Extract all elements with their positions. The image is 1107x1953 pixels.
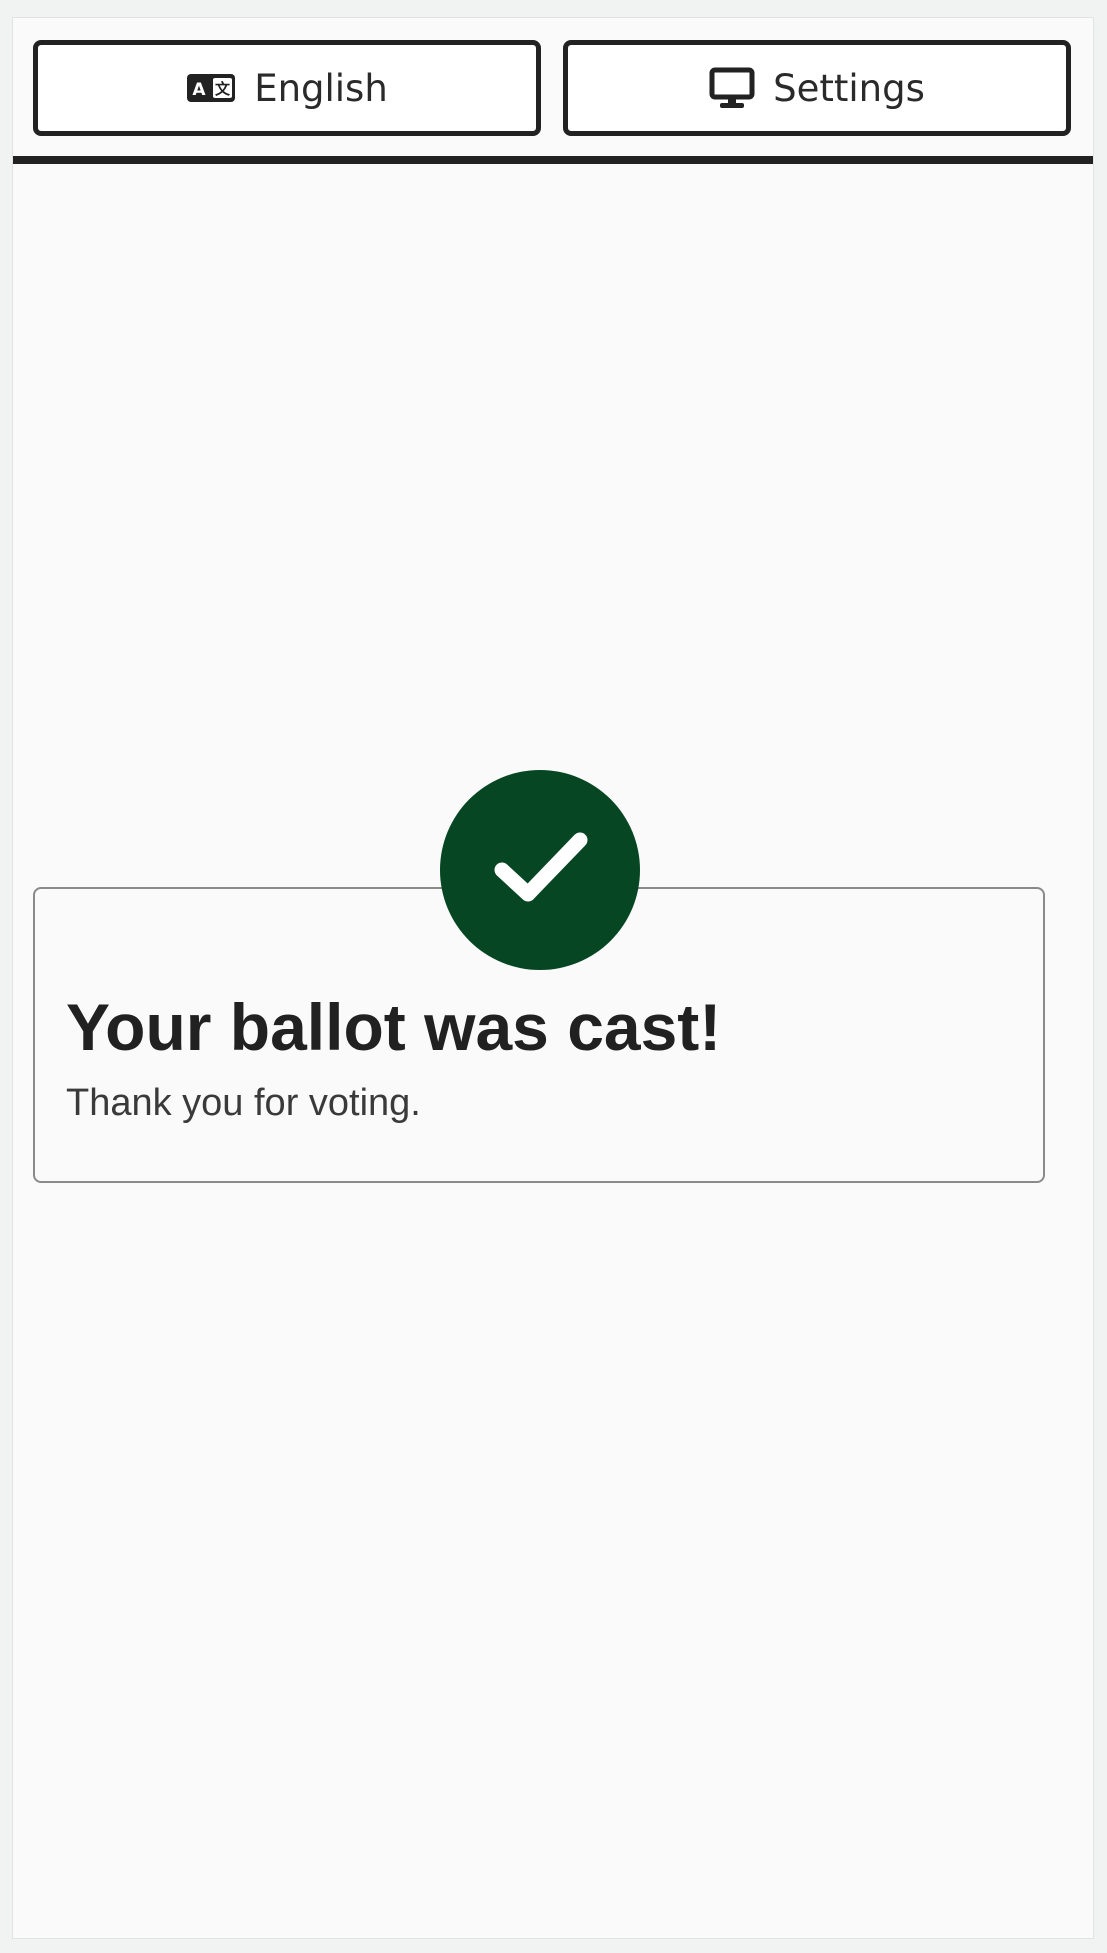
language-button-label: English: [254, 66, 388, 110]
svg-text:文: 文: [215, 80, 231, 98]
settings-button[interactable]: Settings: [563, 40, 1071, 136]
confirmation-message: Thank you for voting.: [66, 1082, 421, 1124]
language-icon: A 文: [186, 73, 236, 103]
success-badge: [440, 770, 640, 970]
confirmation-title: Your ballot was cast!: [66, 990, 722, 1064]
settings-button-label: Settings: [773, 66, 925, 110]
top-bar: A 文 English Settings: [13, 18, 1093, 164]
checkmark-icon: [490, 828, 590, 913]
svg-text:A: A: [193, 80, 207, 100]
language-button[interactable]: A 文 English: [33, 40, 541, 136]
monitor-icon: [709, 67, 755, 109]
